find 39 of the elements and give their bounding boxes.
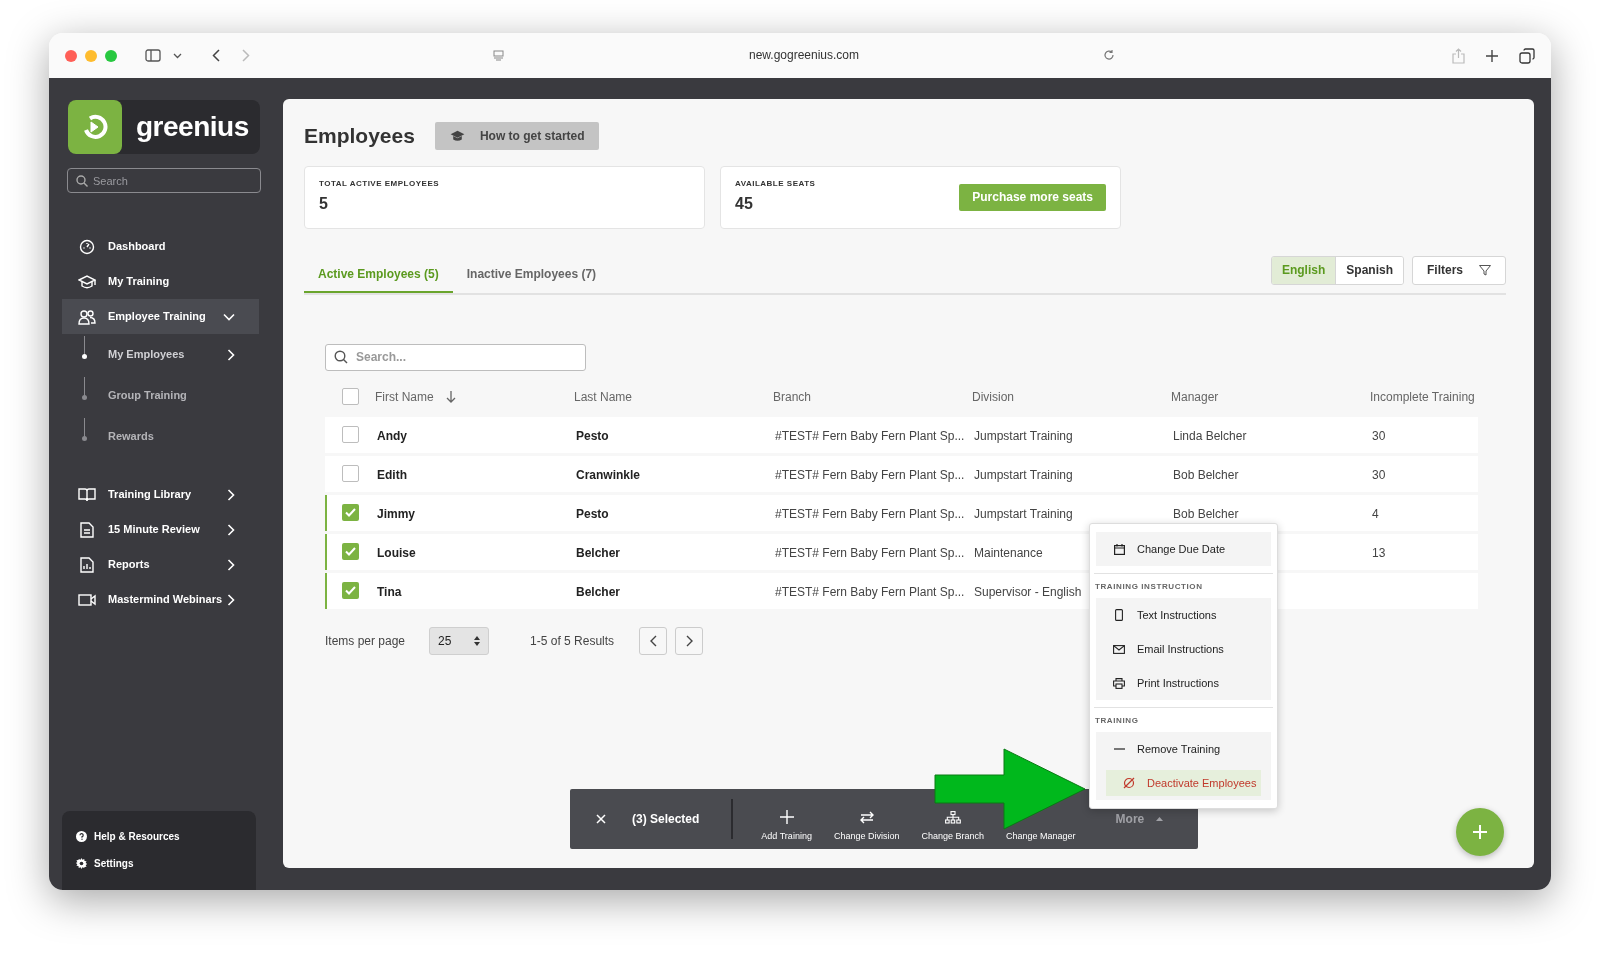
table-cell: 30 [1372, 428, 1386, 443]
url-text: new.gogreenius.com [748, 47, 860, 64]
table-cell: #TEST# Fern Baby Fern Plant Sp... [775, 428, 965, 443]
table-cell: Jumpstart Training [974, 467, 1073, 482]
brand-name: greenius [136, 110, 249, 144]
menu-section-heading: TRAINING [1094, 715, 1140, 727]
menu-section-heading: TRAINING INSTRUCTION [1094, 581, 1204, 593]
table-cell: Pesto [576, 506, 609, 521]
stat-label: TOTAL ACTIVE EMPLOYEES [319, 178, 440, 190]
table-cell: Bob Belcher [1173, 506, 1239, 521]
table-cell: 13 [1372, 545, 1386, 560]
table-cell: Tina [377, 584, 402, 599]
stat-value: 45 [735, 194, 754, 214]
table-cell: Edith [377, 467, 407, 482]
table-cell: Bob Belcher [1173, 467, 1239, 482]
stat-label: AVAILABLE SEATS [735, 178, 816, 190]
table-cell: Jumpstart Training [974, 506, 1073, 521]
table-cell: #TEST# Fern Baby Fern Plant Sp... [775, 545, 965, 560]
table-cell: Linda Belcher [1173, 428, 1247, 443]
table-cell: Supervisor - English [974, 584, 1082, 599]
table-cell: Andy [377, 428, 407, 443]
table-cell: #TEST# Fern Baby Fern Plant Sp... [775, 584, 965, 599]
results-range: 1-5 of 5 Results [530, 632, 615, 650]
selected-count: (3) Selected [632, 811, 700, 828]
stat-value: 5 [319, 194, 329, 214]
table-cell: #TEST# Fern Baby Fern Plant Sp... [775, 506, 965, 521]
table-cell: #TEST# Fern Baby Fern Plant Sp... [775, 467, 965, 482]
table-cell: Louise [377, 545, 416, 560]
table-cell: Belcher [576, 584, 621, 599]
table-cell: Jimmy [377, 506, 416, 521]
table-cell: 4 [1372, 506, 1379, 521]
table-cell: Maintenance [974, 545, 1043, 560]
table-cell: 30 [1372, 467, 1386, 482]
table-cell: Pesto [576, 428, 609, 443]
page-title: Employees [304, 123, 415, 149]
table-cell: Jumpstart Training [974, 428, 1073, 443]
items-per-page-label: Items per page [325, 632, 406, 650]
table-cell: Cranwinkle [576, 467, 641, 482]
table-cell: Belcher [576, 545, 621, 560]
